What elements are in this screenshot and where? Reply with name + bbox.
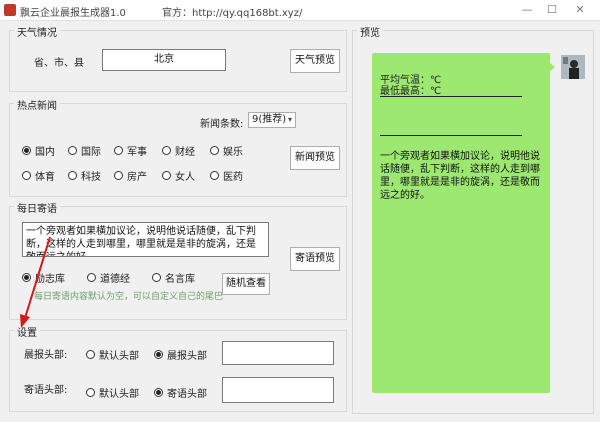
preview-group-title: 预览 [357, 24, 383, 39]
preview-message-bubble: 平均气温：℃ 最低最高：℃ 一个旁观者如果横加议论，说明他说话随便，乱下判断，这… [372, 53, 550, 393]
user-avatar-icon [561, 55, 585, 79]
avatar [561, 55, 585, 79]
preview-quote: 一个旁观者如果横加议论，说明他说话随便，乱下判断，这样的人走到哪里，哪里就是是非… [380, 151, 540, 201]
divider [380, 135, 522, 136]
divider [380, 96, 522, 97]
bubble-tail [549, 62, 555, 72]
preview-max-temp: 最低最高：℃ [380, 86, 442, 97]
